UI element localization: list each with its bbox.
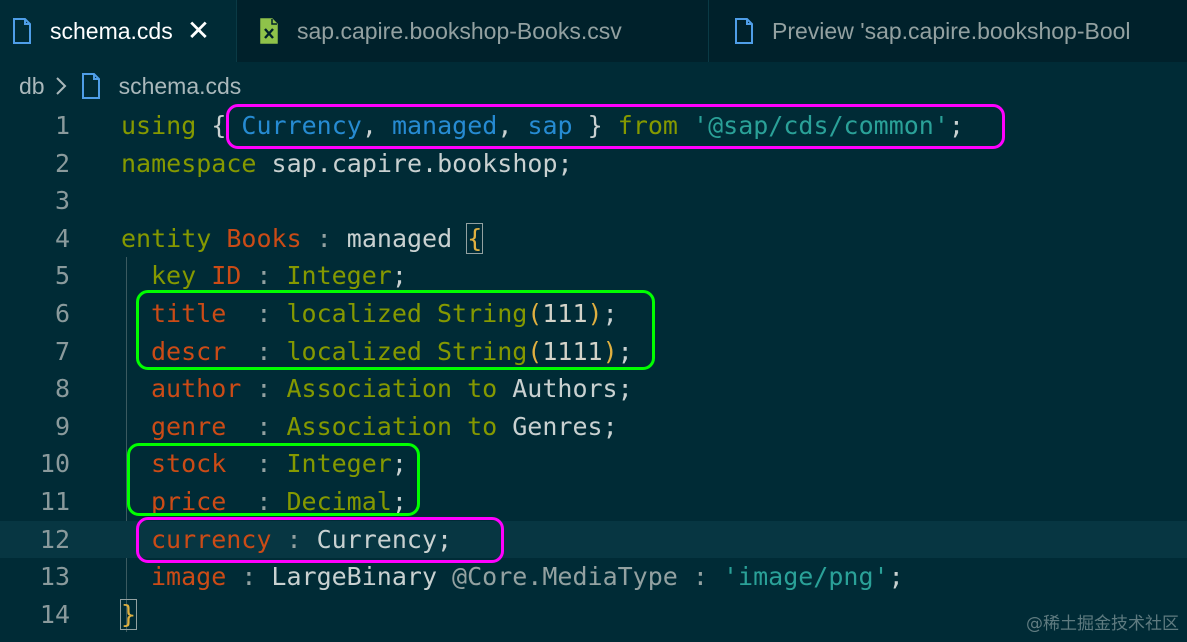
line-code: image : LargeBinary @Core.MediaType : 'i… [151, 562, 904, 592]
line-number: 2 [54, 148, 70, 178]
line-number: 5 [54, 261, 70, 291]
tab-bar: schema.cds ✕ sap.capire.bookshop-Books.c… [0, 0, 1187, 62]
line-number: 9 [54, 411, 70, 441]
line-code: } [119, 596, 138, 634]
code-line: 9 genre : Association to Genres; [0, 408, 1187, 446]
breadcrumb-file[interactable]: schema.cds [119, 73, 242, 100]
code-line: 13 image : LargeBinary @Core.MediaType :… [0, 558, 1187, 596]
line-number: 12 [39, 524, 70, 554]
line-number: 13 [39, 562, 70, 592]
highlight-box-stock-price [127, 443, 420, 516]
file-icon [735, 18, 753, 44]
line-number: 14 [39, 599, 70, 629]
chevron-right-icon [55, 77, 67, 95]
code-line: 2 namespace sap.capire.bookshop; [0, 145, 1187, 183]
line-code: entity Books : managed { [121, 222, 484, 254]
line-number: 7 [54, 336, 70, 366]
tab-books-csv[interactable]: sap.capire.bookshop-Books.csv [237, 0, 707, 62]
tab-label: sap.capire.bookshop-Books.csv [297, 17, 622, 44]
line-number: 8 [54, 374, 70, 404]
code-line: 3 [0, 182, 1187, 220]
tab-label: schema.cds [50, 17, 173, 44]
line-code: author : Association to Authors; [151, 374, 633, 404]
line-number: 4 [54, 223, 70, 253]
matching-bracket: } [119, 598, 138, 630]
file-icon [13, 18, 31, 44]
file-icon [81, 73, 100, 99]
line-number: 3 [54, 186, 70, 216]
highlight-box-localized-fields [136, 290, 655, 370]
close-icon[interactable]: ✕ [187, 17, 210, 45]
line-number: 11 [39, 487, 70, 516]
breadcrumb: db schema.cds [0, 66, 241, 106]
line-code: genre : Association to Genres; [151, 411, 618, 441]
line-number: 10 [39, 449, 70, 479]
watermark: @稀土掘金技术社区 [1026, 614, 1179, 634]
tab-preview[interactable]: Preview 'sap.capire.bookshop-Bool [709, 0, 1187, 62]
line-number: 6 [54, 299, 70, 328]
line-number: 1 [54, 111, 70, 140]
highlight-box-import [226, 104, 1005, 149]
spreadsheet-file-icon [260, 18, 278, 44]
tab-schema-cds[interactable]: schema.cds ✕ [0, 0, 236, 62]
tab-label: Preview 'sap.capire.bookshop-Bool [772, 17, 1131, 44]
code-line: 8 author : Association to Authors; [0, 370, 1187, 408]
code-line: 14 } [0, 596, 1187, 634]
code-line: 4 entity Books : managed { [0, 220, 1187, 258]
matching-bracket: { [466, 222, 484, 254]
line-code: namespace sap.capire.bookshop; [121, 148, 573, 178]
breadcrumb-folder[interactable]: db [19, 73, 45, 100]
highlight-box-currency [136, 517, 504, 563]
